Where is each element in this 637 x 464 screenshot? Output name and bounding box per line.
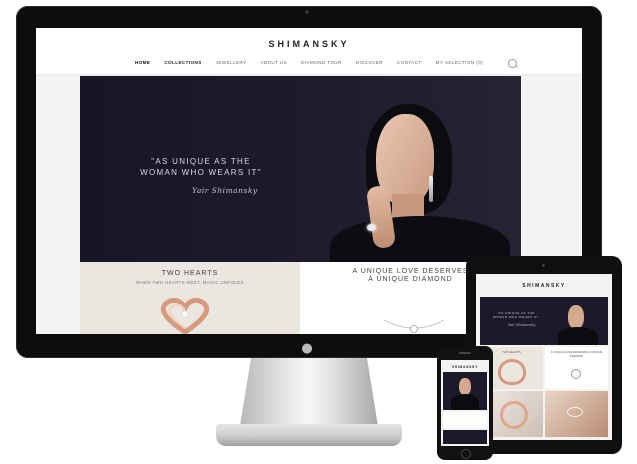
ipad-tile-unique-diamond-label: A UNIQUE LOVE DESERVES A UNIQUE DIAMOND xyxy=(550,350,603,358)
hero-quote: "AS UNIQUE AS THE WOMAN WHO WEARS IT" xyxy=(116,156,286,178)
ipad-tile-hand[interactable] xyxy=(545,391,608,437)
iphone-home-button[interactable] xyxy=(461,449,471,459)
ipad-camera xyxy=(542,264,545,267)
diamond-ring-icon xyxy=(367,224,376,231)
hero-quote-line1: "AS UNIQUE AS THE xyxy=(151,157,251,166)
iphone-model-face xyxy=(459,378,471,395)
nav-item-diamond-tour[interactable]: DIAMOND TOUR xyxy=(301,60,342,65)
ipad-hero: "AS UNIQUE AS THE WOMAN WHO WEARS IT" Ya… xyxy=(480,297,608,345)
ipad-pendant-icon xyxy=(571,369,581,379)
hero-banner: "AS UNIQUE AS THE WOMAN WHO WEARS IT" Ya… xyxy=(80,76,521,262)
ipad-diamond-ring-icon xyxy=(567,407,583,417)
ipad-heart-ring-icon xyxy=(498,359,526,385)
ipad-hero-signature: Yair Shimansky xyxy=(508,323,536,327)
ipad-model-body xyxy=(558,327,598,345)
ipad-rose-ring-icon xyxy=(500,401,528,429)
imac-camera xyxy=(305,10,309,14)
nav-item-discover[interactable]: DISCOVER xyxy=(356,60,383,65)
header-divider xyxy=(36,74,582,75)
nav-item-collections[interactable]: COLLECTIONS xyxy=(164,60,201,65)
iphone-model-body xyxy=(451,394,479,410)
nav-item-home[interactable]: HOME xyxy=(135,60,150,65)
site-header: SHIMANSKY HOME COLLECTIONS JEWELLERY ABO… xyxy=(36,28,582,74)
ipad-hero-quote-line2: WOMAN WHO WEARS IT" xyxy=(493,315,539,319)
hero-quote-line2: WOMAN WHO WEARS IT" xyxy=(140,168,262,177)
ipad-model-face xyxy=(568,305,584,329)
imac-stand-foot xyxy=(216,424,402,446)
ipad-hero-quote: "AS UNIQUE AS THE WOMAN WHO WEARS IT" xyxy=(486,311,546,319)
nav-item-jewellery[interactable]: JEWELLERY xyxy=(216,60,247,65)
earring-icon xyxy=(429,176,433,202)
apple-logo-icon: ● xyxy=(301,341,313,356)
ipad-site-logo[interactable]: SHIMANSKY xyxy=(476,283,612,289)
panel-two-hearts-title: TWO HEARTS xyxy=(161,270,219,277)
iphone-site-logo[interactable]: SHIMANSKY xyxy=(441,365,489,369)
iphone-screen: SHIMANSKY xyxy=(441,360,489,446)
iphone-footer xyxy=(443,430,487,444)
ipad-screen: SHIMANSKY "AS UNIQUE AS THE WOMAN WHO WE… xyxy=(476,274,612,440)
nav-item-about-us[interactable]: ABOUT US xyxy=(261,60,288,65)
pendant-necklace-icon xyxy=(384,319,444,333)
imac-stand-neck xyxy=(240,358,378,426)
panel-two-hearts[interactable]: TWO HEARTS WHEN TWO HEARTS MEET, MAGIC U… xyxy=(80,262,300,334)
panel-two-hearts-subtitle: WHEN TWO HEARTS MEET, MAGIC UNFOLDS xyxy=(136,280,244,285)
iphone-speaker xyxy=(459,352,471,354)
search-icon[interactable] xyxy=(508,59,517,68)
nav-item-contact[interactable]: CONTACT xyxy=(397,60,422,65)
iphone-hero xyxy=(443,372,487,410)
site-logo[interactable]: SHIMANSKY xyxy=(36,39,582,49)
heart-ring-icon xyxy=(160,298,210,334)
iphone-tile[interactable] xyxy=(443,412,487,428)
main-navigation: HOME COLLECTIONS JEWELLERY ABOUT US DIAM… xyxy=(36,60,582,65)
ipad-tile-unique-diamond[interactable]: A UNIQUE LOVE DESERVES A UNIQUE DIAMOND xyxy=(545,347,608,389)
nav-item-my-selection[interactable]: MY SELECTION (0) xyxy=(436,60,483,65)
hero-signature: Yair Shimansky xyxy=(192,186,258,195)
